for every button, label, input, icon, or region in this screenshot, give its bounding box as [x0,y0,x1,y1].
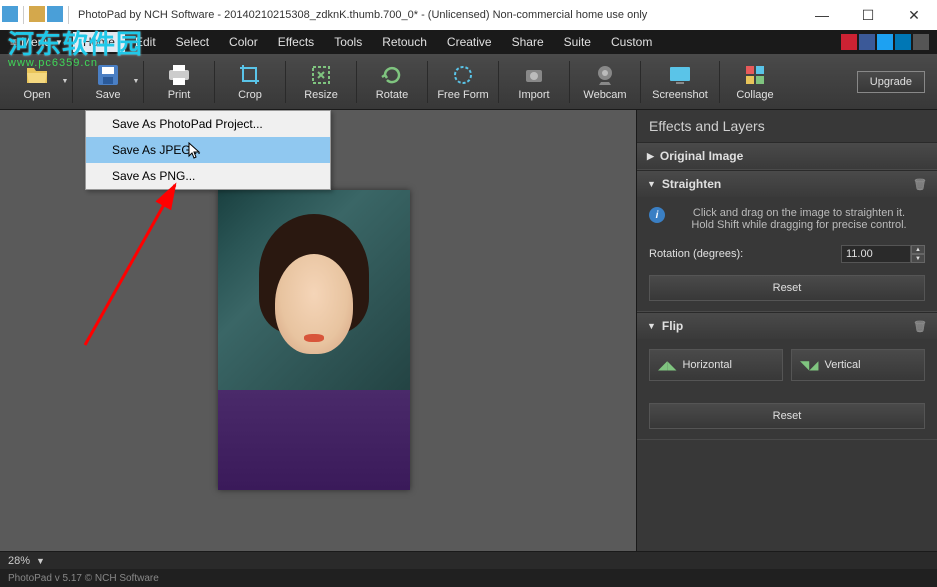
screenshot-icon [668,63,692,87]
crop-icon [238,63,262,87]
webcam-button[interactable]: Webcam [572,56,638,108]
original-image-header[interactable]: ▶ Original Image [637,143,937,169]
tab-custom[interactable]: Custom [601,32,662,52]
panel-title: Effects and Layers [637,110,937,142]
annotation-arrow [65,175,205,355]
chevron-down-icon: ▼ [647,179,656,189]
social-icons [841,34,937,50]
trash-icon[interactable]: 🗑 [913,178,927,191]
tab-retouch[interactable]: Retouch [372,32,437,52]
save-icon [96,63,120,87]
flip-vertical-icon: ◥◢ [800,358,818,372]
like-icon[interactable] [841,34,857,50]
rotation-down[interactable]: ▼ [911,254,925,263]
flip-horizontal-icon: ◢◣ [658,358,676,372]
trash-icon[interactable]: 🗑 [913,320,927,333]
share-icon[interactable] [913,34,929,50]
open-button[interactable]: Open ▼ [4,56,70,108]
canvas-area[interactable]: Save As PhotoPad Project... Save As JPEG… [0,110,636,551]
effects-panel: Effects and Layers ▶ Original Image ▼ St… [636,110,937,551]
titlebar-quick-icons [0,6,72,24]
tab-suite[interactable]: Suite [554,32,601,52]
toolbar: Open ▼ Save ▼ Print Crop Resize Rotate F… [0,54,937,110]
linkedin-icon[interactable] [895,34,911,50]
save-as-png-item[interactable]: Save As PNG... [86,163,330,189]
tab-home[interactable]: Home [73,32,125,52]
print-button[interactable]: Print [146,56,212,108]
save-as-project-item[interactable]: Save As PhotoPad Project... [86,111,330,137]
flip-vertical-button[interactable]: ◥◢ Vertical [791,349,925,381]
rotation-label: Rotation (degrees): [649,248,841,260]
save-dropdown[interactable]: ▼ [131,56,141,108]
menubar: ≡Menu▼ Home Edit Select Color Effects To… [0,30,937,54]
minimize-button[interactable]: — [799,0,845,30]
facebook-icon[interactable] [859,34,875,50]
import-button[interactable]: Import [501,56,567,108]
menu-button[interactable]: ≡Menu▼ [0,32,73,52]
rotate-icon [380,63,404,87]
tab-edit[interactable]: Edit [125,32,166,52]
straighten-header[interactable]: ▼ Straighten 🗑 [637,171,937,197]
resize-icon [309,63,333,87]
save-button[interactable]: Save ▼ [75,56,141,108]
qat-open-icon[interactable] [29,6,45,22]
resize-button[interactable]: Resize [288,56,354,108]
app-icon [2,6,18,22]
tab-select[interactable]: Select [166,32,219,52]
photo-canvas[interactable] [218,190,410,490]
tab-effects[interactable]: Effects [268,32,324,52]
save-dropdown-menu: Save As PhotoPad Project... Save As JPEG… [85,110,331,190]
titlebar: PhotoPad by NCH Software - 2014021021530… [0,0,937,30]
save-as-jpeg-item[interactable]: Save As JPEG... [86,137,330,163]
flip-horizontal-button[interactable]: ◢◣ Horizontal [649,349,783,381]
flip-reset-button[interactable]: Reset [649,403,925,429]
rotation-up[interactable]: ▲ [911,245,925,254]
import-icon [522,63,546,87]
screenshot-button[interactable]: Screenshot [643,56,717,108]
rotation-input[interactable] [841,245,911,263]
tab-color[interactable]: Color [219,32,268,52]
zoom-level[interactable]: 28% [8,555,30,567]
qat-save-icon[interactable] [47,6,63,22]
collage-icon [743,63,767,87]
folder-open-icon [25,63,49,87]
flip-header[interactable]: ▼ Flip 🗑 [637,313,937,339]
tab-creative[interactable]: Creative [437,32,502,52]
close-button[interactable]: ✕ [891,0,937,30]
chevron-right-icon: ▶ [647,151,654,162]
collage-button[interactable]: Collage [722,56,788,108]
statusbar: 28% ▼ [0,551,937,569]
straighten-reset-button[interactable]: Reset [649,275,925,301]
tab-share[interactable]: Share [502,32,554,52]
freeform-button[interactable]: Free Form [430,56,496,108]
freeform-icon [451,63,475,87]
rotate-button[interactable]: Rotate [359,56,425,108]
open-dropdown[interactable]: ▼ [60,56,70,108]
webcam-icon [593,63,617,87]
upgrade-button[interactable]: Upgrade [857,71,925,93]
straighten-info: Click and drag on the image to straighte… [673,207,925,231]
footer: PhotoPad v 5.17 © NCH Software [0,569,937,587]
info-icon: i [649,207,665,223]
maximize-button[interactable]: ☐ [845,0,891,30]
crop-button[interactable]: Crop [217,56,283,108]
twitter-icon[interactable] [877,34,893,50]
tab-tools[interactable]: Tools [324,32,372,52]
printer-icon [167,63,191,87]
window-title: PhotoPad by NCH Software - 2014021021530… [72,9,799,21]
chevron-down-icon: ▼ [647,321,656,331]
chevron-down-icon[interactable]: ▼ [36,556,45,566]
